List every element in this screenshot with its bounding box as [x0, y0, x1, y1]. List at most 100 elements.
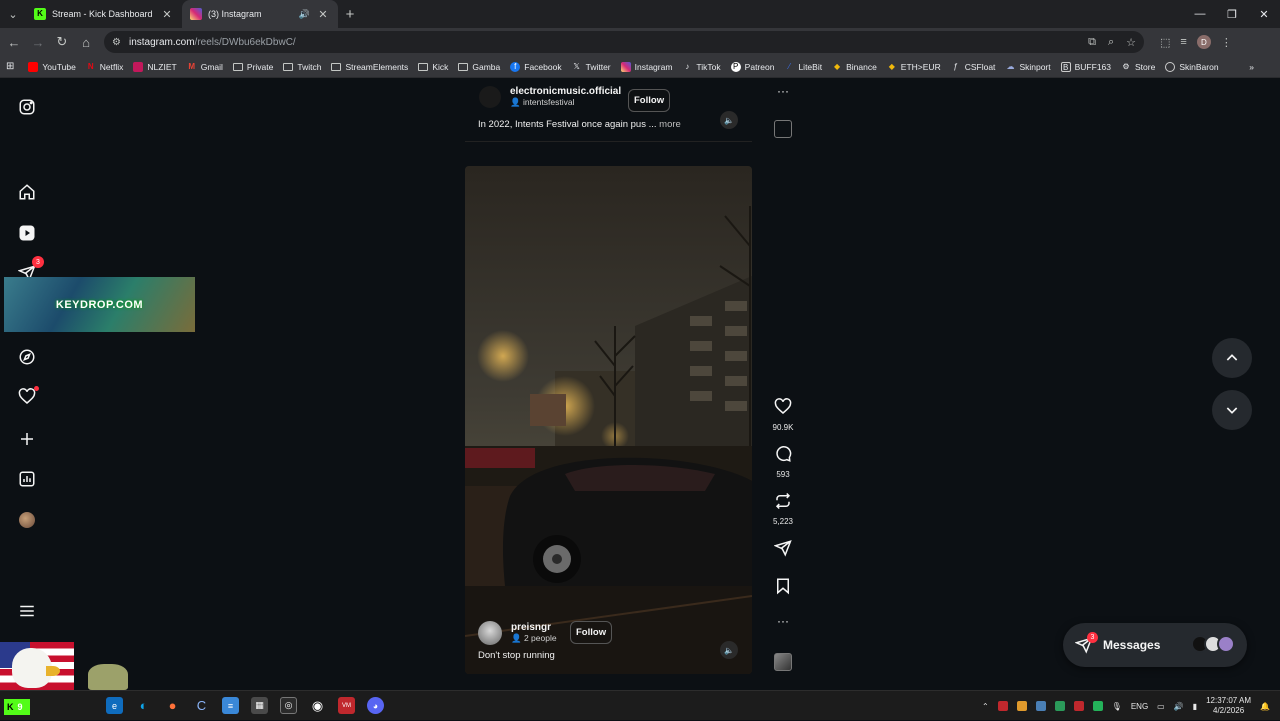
- speaker-mute-icon[interactable]: 🔈: [720, 641, 738, 659]
- bookmark-gmail[interactable]: M Gmail: [187, 62, 223, 72]
- install-app-icon[interactable]: ⧉: [1088, 36, 1096, 49]
- bookmark-gamba[interactable]: Gamba: [458, 62, 500, 72]
- notepad-icon[interactable]: ≡: [222, 697, 239, 714]
- edge-icon[interactable]: e: [106, 697, 123, 714]
- battery-icon[interactable]: ▮: [1193, 702, 1197, 711]
- more-options-icon[interactable]: ···: [768, 84, 798, 98]
- bookmark-streamelements[interactable]: StreamElements: [331, 62, 408, 72]
- audio-thumbnail-icon[interactable]: [774, 653, 792, 671]
- app-tray-icon[interactable]: [1054, 701, 1065, 711]
- forward-icon[interactable]: →: [26, 28, 50, 56]
- tab-instagram[interactable]: (3) Instagram 🔊 ✕: [182, 0, 338, 28]
- media-control-icon[interactable]: ≡: [1180, 36, 1186, 48]
- home-icon[interactable]: ⌂: [74, 28, 98, 56]
- avatar[interactable]: [479, 86, 501, 108]
- bookmark-tiktok[interactable]: ♪ TikTok: [682, 62, 720, 72]
- comment-button[interactable]: 593: [768, 445, 798, 479]
- bookmark-netflix[interactable]: N Netflix: [86, 62, 124, 72]
- microphone-icon[interactable]: 🎙: [1112, 702, 1122, 711]
- username[interactable]: electronicmusic.official: [510, 86, 621, 97]
- close-icon[interactable]: ✕: [160, 8, 174, 21]
- heart-notifications-icon[interactable]: [16, 386, 39, 408]
- obs-icon[interactable]: ◎: [280, 697, 297, 714]
- avatar[interactable]: [478, 621, 502, 645]
- bookmark-skinbaron[interactable]: SkinBaron: [1165, 61, 1219, 72]
- volume-icon[interactable]: 🔊: [1174, 702, 1184, 711]
- username[interactable]: preisngr: [511, 622, 557, 633]
- audio-thumbnail-icon[interactable]: [774, 120, 792, 138]
- mic-tray-icon[interactable]: [1073, 701, 1084, 711]
- star-icon[interactable]: ☆: [1126, 36, 1136, 49]
- bookmark-patreon[interactable]: P Patreon: [730, 61, 774, 72]
- bookmark-eth-eur[interactable]: ◆ ETH>EUR: [887, 62, 941, 72]
- speaker-icon[interactable]: 🔊: [299, 9, 310, 20]
- bookmark-twitch[interactable]: Twitch: [283, 62, 321, 72]
- reel-video[interactable]: preisngr 👤 2 people Follow Don't stop ru…: [465, 166, 752, 674]
- repost-button[interactable]: 5,223: [768, 492, 798, 526]
- profile-avatar[interactable]: D: [1196, 35, 1211, 49]
- discord-icon[interactable]: ◕: [367, 697, 384, 714]
- calculator-icon[interactable]: ▦: [251, 697, 268, 714]
- app-tray-icon[interactable]: [1016, 701, 1027, 711]
- steam-tray-icon[interactable]: [1035, 701, 1046, 711]
- network-icon[interactable]: ▭: [1157, 702, 1165, 711]
- messages-button[interactable]: 3 Messages: [1063, 623, 1247, 667]
- previous-reel-button[interactable]: [1212, 338, 1252, 378]
- reels-icon[interactable]: [16, 222, 38, 244]
- restore-icon[interactable]: ❐: [1216, 0, 1248, 28]
- tab-search-button[interactable]: ⌄: [0, 0, 26, 28]
- profile-avatar[interactable]: [16, 509, 38, 531]
- firefox-icon[interactable]: ●: [164, 697, 181, 714]
- follow-button[interactable]: Follow: [628, 89, 671, 112]
- instagram-logo-icon[interactable]: [16, 96, 38, 118]
- share-button[interactable]: [768, 539, 798, 562]
- dashboard-icon[interactable]: [16, 468, 38, 490]
- bookmark-litebit[interactable]: ⁄ LiteBit: [784, 62, 822, 72]
- collaborators[interactable]: 👤 2 people: [511, 633, 557, 644]
- ccleaner-icon[interactable]: C: [193, 697, 210, 714]
- follow-button[interactable]: Follow: [570, 621, 613, 644]
- minimize-icon[interactable]: —: [1184, 0, 1216, 28]
- clock[interactable]: 12:37:07 AM 4/2/2026: [1206, 696, 1251, 716]
- bookmark-skinport[interactable]: ☁ Skinport: [1005, 62, 1050, 72]
- shield-tray-icon[interactable]: [1092, 701, 1103, 711]
- notifications-icon[interactable]: 🔔: [1260, 702, 1270, 711]
- bookmark-store[interactable]: ⚙ Store: [1121, 62, 1155, 72]
- site-info-icon[interactable]: ⚙: [112, 37, 121, 48]
- close-icon[interactable]: ✕: [316, 8, 330, 21]
- close-window-icon[interactable]: ✕: [1248, 0, 1280, 28]
- next-reel-button[interactable]: [1212, 390, 1252, 430]
- voicemeeter-icon[interactable]: VM: [338, 697, 355, 714]
- extensions-icon[interactable]: ⬚: [1160, 36, 1170, 49]
- zoom-icon[interactable]: ⌕: [1108, 36, 1114, 49]
- voicemeeter-tray-icon[interactable]: [997, 701, 1008, 711]
- save-button[interactable]: [768, 577, 798, 600]
- bookmark-youtube[interactable]: YouTube: [28, 61, 76, 72]
- bookmark-kick[interactable]: Kick: [418, 62, 448, 72]
- bookmark-csfloat[interactable]: ƒ CSFloat: [951, 62, 995, 72]
- bookmark-twitter[interactable]: 𝕏 Twitter: [572, 62, 610, 72]
- like-button[interactable]: 90.9K: [768, 398, 798, 432]
- menu-icon[interactable]: ⋮: [1221, 36, 1232, 49]
- language-indicator[interactable]: ENG: [1131, 702, 1148, 711]
- speaker-mute-icon[interactable]: 🔈: [720, 111, 738, 129]
- reload-icon[interactable]: ↻: [50, 28, 74, 56]
- more-link[interactable]: more: [659, 119, 681, 130]
- apps-icon[interactable]: ⊞: [6, 61, 14, 72]
- home-icon[interactable]: [16, 181, 38, 203]
- bookmarks-overflow-icon[interactable]: »: [1249, 62, 1254, 72]
- bookmark-instagram[interactable]: Instagram: [620, 61, 672, 72]
- create-icon[interactable]: [16, 428, 38, 450]
- edge-browser-icon[interactable]: ◐: [135, 697, 152, 714]
- bookmark-facebook[interactable]: f Facebook: [510, 61, 562, 72]
- bookmark-nlziet[interactable]: NLZIET: [133, 61, 177, 72]
- tab-kick-dashboard[interactable]: K Stream - Kick Dashboard ✕: [26, 0, 182, 28]
- bookmark-binance[interactable]: ◆ Binance: [832, 62, 877, 72]
- previous-reel-account[interactable]: electronicmusic.official 👤 intentsfestiv…: [479, 86, 621, 108]
- chevron-up-icon[interactable]: ⌃: [982, 702, 989, 711]
- reel-account[interactable]: preisngr 👤 2 people: [478, 621, 557, 645]
- new-tab-button[interactable]: +: [338, 6, 362, 23]
- github-icon[interactable]: ◉: [309, 697, 326, 714]
- explore-icon[interactable]: [16, 346, 38, 368]
- more-options-icon[interactable]: ···: [768, 614, 798, 628]
